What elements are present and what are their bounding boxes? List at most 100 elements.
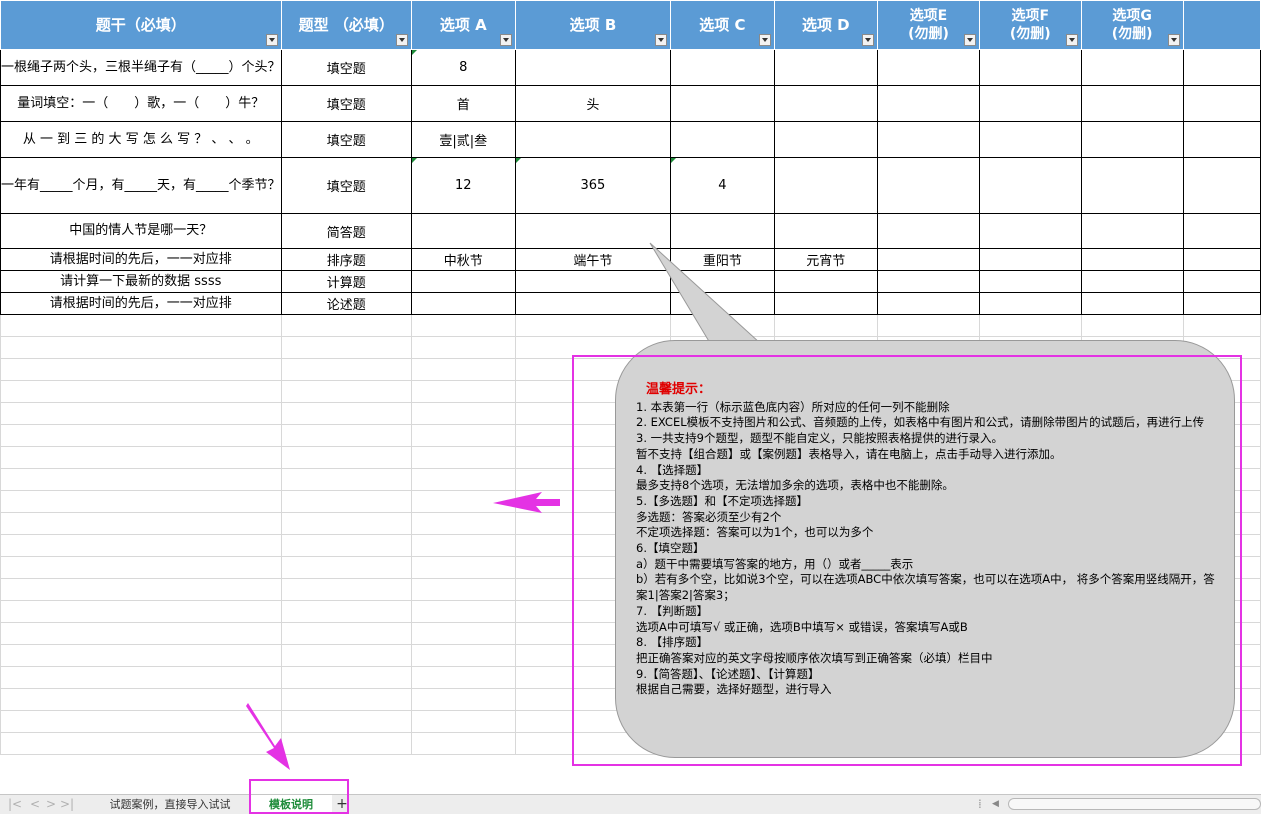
empty-cell[interactable] [280,556,413,579]
empty-cell[interactable] [280,490,413,513]
cell-empty[interactable] [1182,49,1261,86]
empty-cell[interactable] [280,468,413,491]
cell-option-a[interactable] [411,292,516,315]
empty-cell[interactable] [0,358,282,381]
empty-cell[interactable] [1182,314,1261,337]
cell-empty[interactable] [1182,157,1261,214]
empty-cell[interactable] [411,358,516,381]
empty-cell[interactable] [0,688,282,711]
cell-option-e[interactable] [877,121,980,158]
cell-option-f[interactable] [978,85,1082,122]
cell-option-b[interactable] [514,121,672,158]
cell-option-c[interactable] [670,292,775,315]
header-type[interactable]: 题型 （必填） [280,0,413,50]
cell-option-c[interactable]: 4 [670,157,775,214]
cell-option-f[interactable] [978,121,1082,158]
cell-option-b[interactable] [514,270,672,293]
cell-option-e[interactable] [877,85,980,122]
cell-option-e[interactable] [877,49,980,86]
prev-sheet-icon[interactable]: < [30,797,40,811]
filter-dropdown-icon[interactable] [758,34,771,46]
cell-option-f[interactable] [978,248,1082,271]
empty-cell[interactable] [0,380,282,403]
filter-dropdown-icon[interactable] [862,34,875,46]
cell-option-c[interactable] [670,85,775,122]
horizontal-scrollbar[interactable] [1008,798,1261,810]
scroll-left-icon[interactable]: ◀ [992,799,999,809]
cell-option-g[interactable] [1080,270,1184,293]
filter-dropdown-icon[interactable] [1167,34,1180,46]
cell-option-e[interactable] [877,292,980,315]
cell-option-c[interactable] [670,49,775,86]
cell-empty[interactable] [1182,292,1261,315]
cell-stem[interactable]: 量词填空：一（ ）歌，一（ ）牛？ [0,85,282,122]
empty-cell[interactable] [280,402,413,425]
empty-cell[interactable] [411,490,516,513]
empty-cell[interactable] [877,314,980,337]
cell-option-f[interactable] [978,292,1082,315]
empty-cell[interactable] [0,490,282,513]
empty-cell[interactable] [411,710,516,733]
cell-option-b[interactable]: 头 [514,85,672,122]
cell-type[interactable]: 填空题 [280,121,413,158]
header-option-d[interactable]: 选项 D [773,0,879,50]
empty-cell[interactable] [0,402,282,425]
empty-cell[interactable] [411,512,516,535]
header-option-b[interactable]: 选项 B [514,0,672,50]
empty-cell[interactable] [0,732,282,755]
cell-option-d[interactable] [773,213,879,249]
empty-cell[interactable] [670,314,775,337]
cell-option-d[interactable] [773,121,879,158]
cell-option-d[interactable] [773,49,879,86]
empty-cell[interactable] [411,468,516,491]
empty-cell[interactable] [0,578,282,601]
cell-option-b[interactable] [514,49,672,86]
header-option-c[interactable]: 选项 C [670,0,775,50]
empty-cell[interactable] [411,666,516,689]
first-sheet-icon[interactable]: |< [8,797,22,811]
empty-cell[interactable] [411,732,516,755]
empty-cell[interactable] [0,600,282,623]
cell-option-c[interactable] [670,213,775,249]
empty-cell[interactable] [411,556,516,579]
cell-option-b[interactable] [514,292,672,315]
empty-cell[interactable] [411,600,516,623]
empty-cell[interactable] [0,336,282,359]
cell-empty[interactable] [1182,213,1261,249]
cell-type[interactable]: 填空题 [280,85,413,122]
empty-cell[interactable] [411,578,516,601]
empty-cell[interactable] [411,402,516,425]
empty-cell[interactable] [280,710,413,733]
header-option-a[interactable]: 选项 A [411,0,516,50]
cell-option-f[interactable] [978,270,1082,293]
empty-cell[interactable] [0,644,282,667]
cell-option-e[interactable] [877,213,980,249]
header-stem[interactable]: 题干（必填） [0,0,282,50]
cell-stem[interactable]: 请根据时间的先后，一一对应排 [0,248,282,271]
filter-dropdown-icon[interactable] [963,34,976,46]
header-option-f[interactable]: 选项F (勿删) [978,0,1082,50]
filter-dropdown-icon[interactable] [499,34,512,46]
empty-cell[interactable] [1080,314,1184,337]
tab-sheet-examples[interactable]: 试题案例，直接导入试试 [90,795,250,814]
cell-option-g[interactable] [1080,292,1184,315]
cell-empty[interactable] [1182,121,1261,158]
empty-cell[interactable] [280,446,413,469]
empty-cell[interactable] [0,666,282,689]
cell-option-f[interactable] [978,213,1082,249]
cell-option-a[interactable] [411,213,516,249]
cell-option-c[interactable]: 重阳节 [670,248,775,271]
cell-empty[interactable] [1182,248,1261,271]
empty-cell[interactable] [280,578,413,601]
cell-empty[interactable] [1182,270,1261,293]
empty-cell[interactable] [280,512,413,535]
filter-dropdown-icon[interactable] [265,34,278,46]
cell-stem[interactable]: 请根据时间的先后，一一对应排 [0,292,282,315]
splitter-handle-icon[interactable]: ⁞ [978,797,982,811]
filter-dropdown-icon[interactable] [1065,34,1078,46]
cell-option-c[interactable] [670,121,775,158]
header-empty[interactable] [1182,0,1261,50]
cell-type[interactable]: 填空题 [280,157,413,214]
empty-cell[interactable] [411,380,516,403]
empty-cell[interactable] [280,732,413,755]
